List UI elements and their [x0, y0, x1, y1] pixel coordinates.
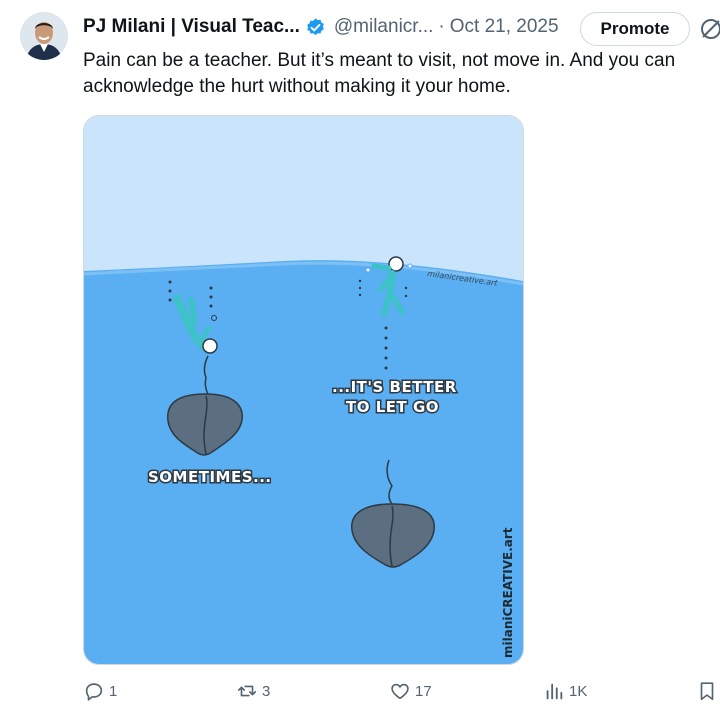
reply-icon: [85, 683, 103, 701]
grok-icon[interactable]: [698, 16, 720, 42]
author-handle[interactable]: @milanicr...: [334, 16, 434, 38]
like-button[interactable]: 17: [389, 680, 432, 702]
bookmark-icon: [700, 682, 714, 701]
views-button[interactable]: 1K: [543, 680, 587, 702]
caption-better: ...IT'S BETTER: [332, 378, 457, 396]
separator-dot: ·: [438, 16, 445, 37]
watermark-side: milaniCREATIVE.art: [501, 527, 515, 658]
comic-image: milanicreative.art SOMETIMES... ...IT'S …: [84, 116, 523, 664]
water: [84, 260, 523, 664]
tweet-media[interactable]: milanicreative.art SOMETIMES... ...IT'S …: [83, 115, 524, 665]
action-bar: 1 3 17 1K: [0, 678, 720, 708]
post-date[interactable]: Oct 21, 2025: [450, 16, 559, 38]
bookmark-button[interactable]: [696, 680, 720, 702]
author-name[interactable]: PJ Milani | Visual Teac...: [83, 16, 300, 38]
tweet-header: PJ Milani | Visual Teac... @milanicr... …: [83, 14, 559, 40]
promote-button[interactable]: Promote: [580, 12, 690, 46]
repost-icon: [237, 685, 257, 697]
verified-badge-icon: [305, 17, 326, 38]
like-icon: [391, 683, 409, 700]
reply-button[interactable]: 1: [83, 680, 117, 702]
caption-sometimes: SOMETIMES...: [148, 468, 272, 486]
views-icon: [546, 683, 563, 700]
repost-button[interactable]: 3: [236, 680, 270, 702]
avatar[interactable]: [20, 12, 68, 60]
like-count: 17: [415, 682, 432, 700]
reply-count: 1: [109, 682, 118, 700]
avatar-image: [20, 12, 68, 60]
views-count: 1K: [569, 682, 588, 700]
caption-let-go: TO LET GO: [346, 398, 439, 416]
repost-count: 3: [262, 682, 271, 700]
tweet-text: Pain can be a teacher. But it’s meant to…: [83, 50, 676, 97]
